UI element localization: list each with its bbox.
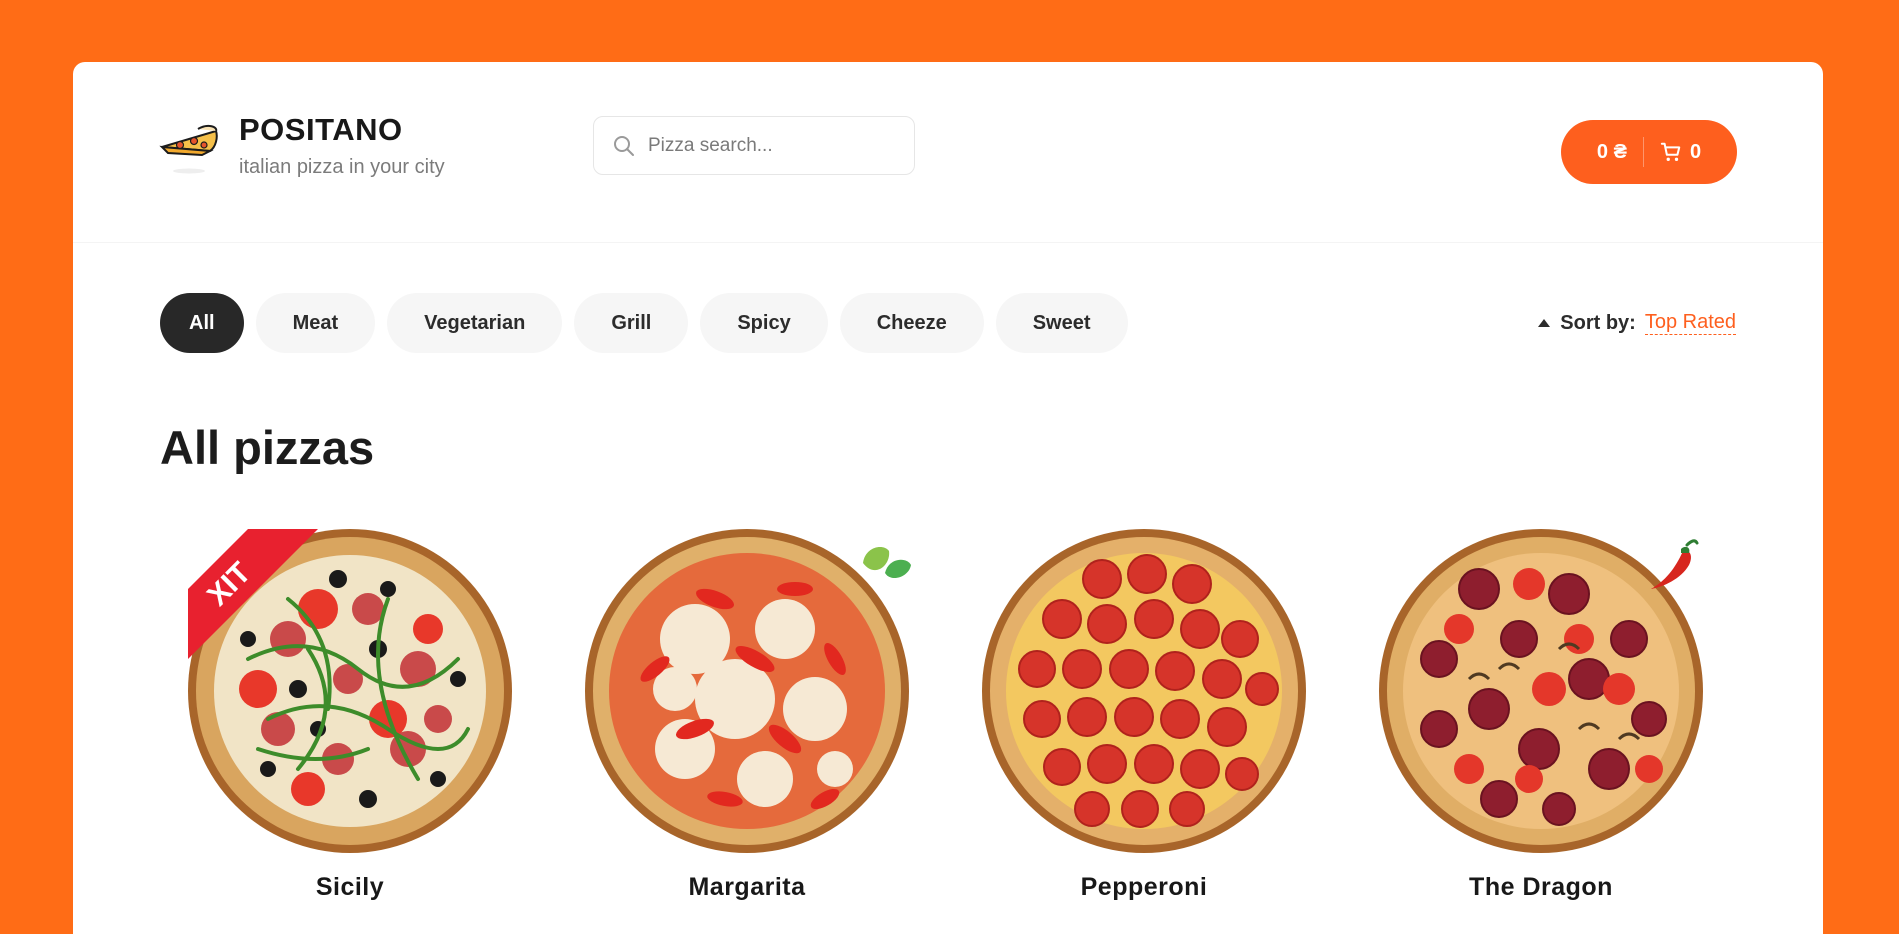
brand-title[interactable]: POSITANO — [239, 112, 403, 148]
cart-total: 0 ₴ — [1596, 140, 1627, 163]
page-container: POSITANO italian pizza in your city 0 ₴ … — [73, 62, 1823, 934]
triangle-up-icon[interactable] — [1538, 319, 1551, 327]
header: POSITANO italian pizza in your city 0 ₴ … — [73, 62, 1823, 243]
sort-dropdown[interactable]: Top Rated — [1644, 311, 1736, 335]
cart-button[interactable]: 0 ₴ 0 — [1561, 120, 1737, 184]
pizza-card[interactable]: ХІТ Sicily — [185, 529, 515, 902]
category-grill[interactable]: Grill — [574, 293, 689, 353]
chili-pepper-icon — [1651, 539, 1699, 589]
category-tabs: All Meat Vegetarian Grill Spicy Cheeze S… — [160, 293, 1128, 353]
hit-badge-icon: ХІТ — [188, 529, 318, 659]
pizza-image[interactable] — [982, 529, 1306, 853]
sort-control: Sort by: Top Rated — [1538, 311, 1736, 335]
category-vegetarian[interactable]: Vegetarian — [387, 293, 563, 353]
pizza-name[interactable]: Pepperoni — [979, 873, 1309, 902]
category-spicy[interactable]: Spicy — [700, 293, 828, 353]
pizza-name[interactable]: Sicily — [185, 873, 515, 902]
category-sweet[interactable]: Sweet — [995, 293, 1128, 353]
category-meat[interactable]: Meat — [255, 293, 376, 353]
search-input[interactable] — [648, 134, 898, 157]
pizza-card[interactable]: Margarita — [582, 529, 912, 902]
pizza-image[interactable] — [1379, 529, 1703, 853]
cart-divider — [1642, 137, 1644, 167]
brand-subtitle: italian pizza in your city — [239, 156, 445, 178]
pizza-name[interactable]: Margarita — [582, 873, 912, 902]
search-box[interactable] — [593, 116, 915, 175]
leaf-icon — [863, 547, 911, 579]
pizza-name[interactable]: The Dragon — [1376, 873, 1706, 902]
category-cheeze[interactable]: Cheeze — [839, 293, 984, 353]
search-icon — [614, 135, 634, 156]
pizza-image[interactable] — [585, 529, 911, 853]
pizza-logo-icon[interactable] — [158, 117, 220, 179]
pizza-image[interactable]: ХІТ — [188, 529, 512, 853]
sort-label: Sort by: — [1560, 311, 1636, 334]
pizza-card[interactable]: The Dragon — [1376, 529, 1706, 902]
section-title: All pizzas — [160, 421, 375, 474]
shopping-cart-icon — [1660, 142, 1681, 161]
pizza-pepperoni-image — [982, 529, 1306, 853]
pizza-card[interactable]: Pepperoni — [979, 529, 1309, 902]
cart-count: 0 — [1689, 140, 1702, 163]
category-all[interactable]: All — [160, 293, 244, 353]
